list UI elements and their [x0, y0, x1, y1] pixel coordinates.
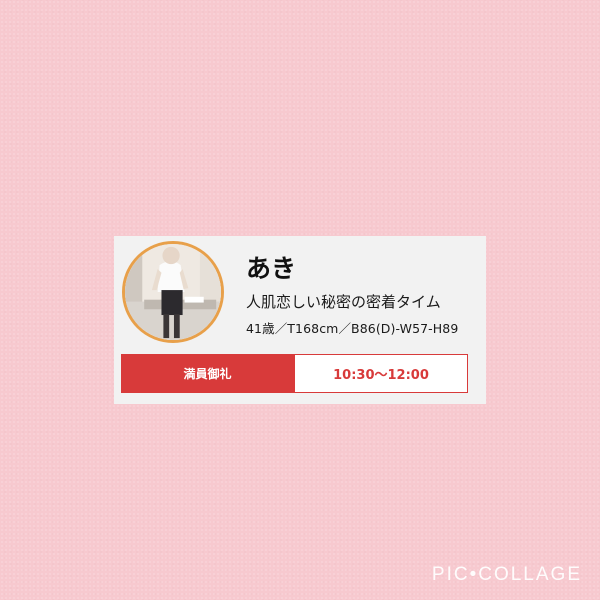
profile-stats: 41歳／T168cm／B86(D)-W57-H89	[246, 321, 459, 336]
profile-name: あき	[246, 254, 297, 283]
schedule-bar: 満員御礼 10:30〜12:00	[121, 354, 468, 393]
avatar[interactable]	[122, 241, 224, 343]
watermark: PIC•COLLAGE	[431, 564, 582, 585]
profile-photo	[125, 244, 221, 340]
schedule-time: 10:30〜12:00	[294, 354, 468, 393]
status-badge: 満員御礼	[121, 354, 294, 393]
profile-card[interactable]: あき 人肌恋しい秘密の密着タイム 41歳／T168cm／B86(D)-W57-H…	[114, 236, 486, 404]
profile-tagline: 人肌恋しい秘密の密着タイム	[246, 293, 441, 311]
